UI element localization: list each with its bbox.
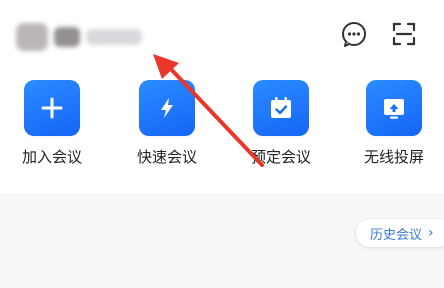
- lightning-icon: [161, 98, 173, 118]
- schedule-meeting-label: 预定会议: [250, 148, 311, 166]
- plus-icon: [41, 97, 63, 119]
- calendar-check-icon: [271, 97, 291, 118]
- quick-meeting-label: 快速会议: [136, 148, 197, 166]
- chat-bubble-icon[interactable]: [338, 18, 370, 50]
- quick-meeting-tile: [139, 80, 195, 136]
- quick-actions: 加入会议 快速会议 预定会议 无线投屏: [0, 80, 444, 180]
- meeting-home-screen: 加入会议 快速会议 预定会议 无线投屏 历史会议 ›: [0, 0, 444, 288]
- wireless-cast-label: 无线投屏: [363, 148, 424, 166]
- schedule-meeting-button[interactable]: 预定会议: [236, 80, 326, 180]
- join-meeting-button[interactable]: 加入会议: [7, 80, 97, 180]
- avatar: [16, 23, 48, 51]
- join-meeting-tile: [24, 80, 80, 136]
- profile-blurred[interactable]: [16, 14, 144, 60]
- quick-meeting-button[interactable]: 快速会议: [122, 80, 212, 180]
- user-name-blurred: [86, 29, 142, 45]
- schedule-meeting-tile: [253, 80, 309, 136]
- history-meetings-button[interactable]: 历史会议 ›: [356, 219, 444, 247]
- scan-icon[interactable]: [388, 18, 420, 50]
- screen-cast-icon: [384, 99, 404, 119]
- wireless-cast-tile: [366, 80, 422, 136]
- join-meeting-label: 加入会议: [21, 148, 82, 166]
- chevron-right-icon: ›: [428, 225, 434, 241]
- history-meetings-label: 历史会议: [370, 227, 423, 243]
- wireless-cast-button[interactable]: 无线投屏: [349, 80, 439, 180]
- avatar-secondary: [54, 27, 80, 47]
- meeting-list-panel: 历史会议 ›: [0, 195, 444, 288]
